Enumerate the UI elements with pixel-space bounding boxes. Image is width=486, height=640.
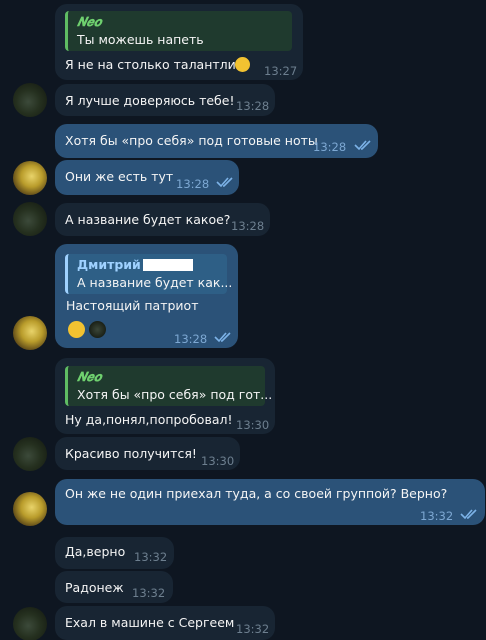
message-bubble[interactable]: Ехал в машине с Сергеем 13:32 — [55, 606, 275, 640]
avatar[interactable] — [13, 161, 47, 195]
message-text: Радонеж — [65, 580, 124, 595]
message-bubble[interactable]: 𝑵𝒆𝒐 Ты можешь напеть Я не на столько тал… — [55, 4, 303, 80]
reply-text: Хотя бы «про себя» под гот... — [77, 387, 273, 402]
thumbs-up-emoji[interactable] — [68, 321, 85, 338]
message-bubble[interactable]: Да,верно 13:32 — [55, 537, 174, 569]
double-check-icon — [216, 177, 233, 188]
message-bubble[interactable]: Красиво получится! 13:30 — [55, 437, 240, 470]
message-time: 13:32 — [134, 550, 168, 564]
reply-text: Ты можешь напеть — [77, 32, 204, 47]
message-time: 13:28 — [174, 332, 208, 346]
message-bubble[interactable]: Дмитрий А название будет как... Настоящи… — [55, 244, 238, 348]
message-bubble[interactable]: Радонеж 13:32 — [55, 571, 173, 603]
message-time: 13:32 — [236, 622, 270, 636]
message-text: Я лучше доверяюсь тебе! — [65, 93, 235, 108]
reply-text: А название будет как... — [77, 275, 233, 290]
message-time: 13:30 — [236, 418, 270, 432]
message-text: Да,верно — [65, 544, 126, 559]
avatar-reaction[interactable] — [89, 321, 106, 338]
grinning-sweat-emoji — [235, 57, 250, 72]
chat-history[interactable]: 𝑵𝒆𝒐 Ты можешь напеть Я не на столько тал… — [0, 0, 486, 640]
message-time: 13:28 — [236, 99, 270, 113]
message-bubble[interactable]: Они же есть тут 13:28 — [55, 160, 239, 195]
message-time: 13:32 — [420, 509, 454, 523]
reply-author: 𝑵𝒆𝒐 — [77, 14, 102, 29]
message-text: Он же не один приехал туда, а со своей г… — [65, 486, 448, 501]
message-bubble[interactable]: Он же не один приехал туда, а со своей г… — [55, 479, 485, 525]
redacted-name — [143, 259, 193, 271]
message-bubble[interactable]: 𝑵𝒆𝒐 Хотя бы «про себя» под гот... Ну да,… — [55, 358, 275, 434]
avatar[interactable] — [13, 437, 47, 471]
message-text: Настоящий патриот — [66, 298, 199, 313]
message-text: А название будет какое? — [65, 212, 231, 227]
message-time: 13:28 — [176, 177, 210, 191]
message-bubble[interactable]: Я лучше доверяюсь тебе! 13:28 — [55, 84, 275, 116]
message-time: 13:30 — [201, 454, 235, 468]
message-text: Хотя бы «про себя» под готовые ноты — [65, 133, 318, 148]
message-bubble[interactable]: А название будет какое? 13:28 — [55, 203, 270, 236]
reply-quote[interactable]: Дмитрий А название будет как... — [65, 254, 232, 294]
message-bubble[interactable]: Хотя бы «про себя» под готовые ноты 13:2… — [55, 124, 378, 158]
reply-quote[interactable]: 𝑵𝒆𝒐 Ты можешь напеть — [65, 11, 292, 51]
message-time: 13:28 — [231, 219, 265, 233]
avatar[interactable] — [13, 202, 47, 236]
avatar[interactable] — [13, 83, 47, 117]
double-check-icon — [214, 332, 231, 343]
message-time: 13:27 — [264, 64, 298, 78]
message-time: 13:28 — [313, 140, 347, 154]
double-check-icon — [354, 140, 371, 151]
message-text: Ну да,понял,попробовал! — [65, 412, 233, 427]
message-text: Ехал в машине с Сергеем — [65, 615, 235, 630]
reply-author: Дмитрий — [77, 257, 141, 272]
avatar[interactable] — [13, 316, 47, 350]
message-text: Красиво получится! — [65, 446, 197, 461]
avatar[interactable] — [13, 607, 47, 640]
double-check-icon — [460, 509, 477, 520]
reply-author: 𝑵𝒆𝒐 — [77, 369, 102, 384]
message-time: 13:32 — [132, 586, 166, 600]
avatar[interactable] — [13, 492, 47, 526]
message-text: Они же есть тут — [65, 169, 174, 184]
reply-quote[interactable]: 𝑵𝒆𝒐 Хотя бы «про себя» под гот... — [65, 366, 272, 406]
message-text: Я не на столько талантлив! — [65, 57, 249, 72]
